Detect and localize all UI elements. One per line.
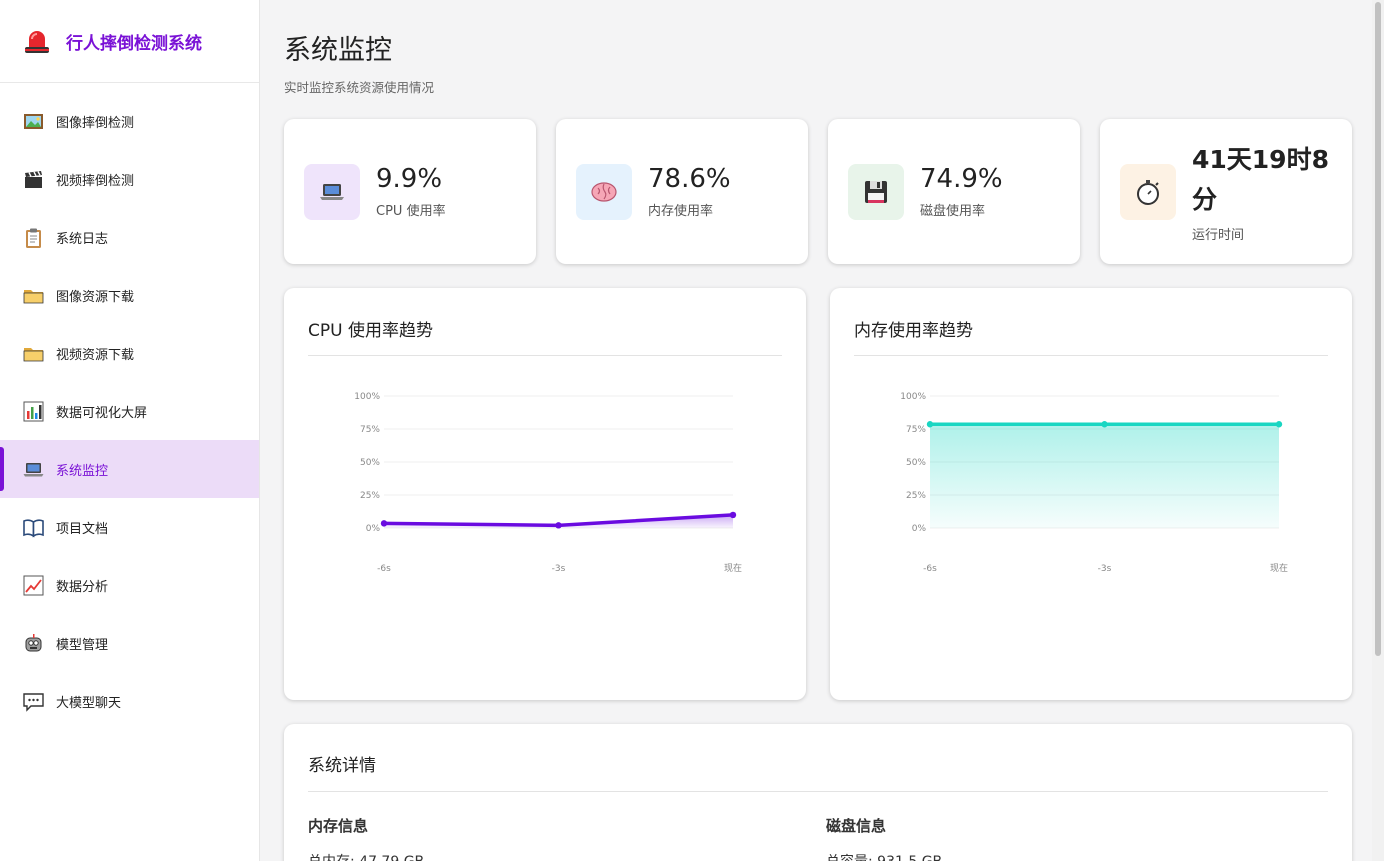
system-details-card: 系统详情 内存信息 总内存: 47.79 GB 磁盘信息 总容量: 931.5 …: [284, 724, 1352, 861]
sidebar-item-2[interactable]: 系统日志: [0, 208, 259, 266]
y-tick-label: 0%: [912, 524, 927, 534]
data-point: [729, 511, 737, 519]
sidebar-item-10[interactable]: 大模型聊天: [0, 672, 259, 730]
cpu-usage-label: CPU 使用率: [376, 203, 446, 219]
alarm-light-icon: [25, 31, 49, 53]
series-area: [930, 424, 1279, 528]
sidebar-item-3[interactable]: 图像资源下载: [0, 266, 259, 324]
speech-bubble-icon: [22, 690, 45, 713]
data-point: [380, 520, 388, 527]
bar-chart-icon: [22, 400, 45, 423]
disk-usage-label: 磁盘使用率: [920, 203, 986, 219]
folder-icon: [22, 284, 45, 307]
page-title: 系统监控: [284, 35, 392, 66]
memory-info-title: 内存信息: [308, 817, 369, 835]
uptime-stat-card: 41天19时8分 运行时间: [1100, 119, 1352, 264]
disk-stat-icon-box: [848, 163, 904, 220]
floppy-disk-icon: [865, 180, 887, 203]
x-tick-label: 现在: [1270, 562, 1288, 574]
y-tick-label: 50%: [906, 458, 926, 468]
memory-usage-value: 78.6%: [648, 164, 731, 195]
disk-info-title: 磁盘信息: [826, 817, 887, 835]
sidebar-nav: 图像摔倒检测 视频摔倒检测 系统日志图像资源下载 视频资源下载 数据可视化大屏 系统监控项…: [0, 83, 259, 730]
sidebar-item-7[interactable]: 项目文档: [0, 498, 259, 556]
x-tick-label: 现在: [724, 562, 742, 574]
details-title: 系统详情: [308, 756, 376, 776]
sidebar-item-label: 图像摔倒检测: [56, 115, 135, 131]
memory-stat-card: 78.6% 内存使用率: [556, 119, 808, 264]
sidebar-item-label: 图像资源下载: [56, 289, 135, 305]
disk-stat-card: 74.9% 磁盘使用率: [828, 119, 1080, 264]
laptop-icon: [320, 183, 344, 200]
robot-icon: [22, 632, 45, 655]
y-tick-label: 100%: [900, 392, 926, 402]
trend-chart-icon: [22, 574, 45, 597]
clipboard-icon: [22, 226, 45, 249]
sidebar-item-label: 模型管理: [56, 637, 109, 653]
uptime-value: 41天19时8分: [1192, 145, 1329, 214]
picture-icon: [22, 110, 45, 133]
sidebar-item-6[interactable]: 系统监控: [0, 440, 259, 498]
stopwatch-icon: [1137, 179, 1159, 205]
page-subtitle: 实时监控系统资源使用情况: [284, 80, 435, 95]
cpu-usage-value: 9.9%: [376, 164, 443, 195]
page-scrollbar[interactable]: [1372, 0, 1384, 861]
y-tick-label: 50%: [360, 458, 380, 468]
sidebar-item-8[interactable]: 数据分析: [0, 556, 259, 614]
x-tick-label: -3s: [1098, 564, 1112, 574]
brand[interactable]: 行人摔倒检测系统: [0, 0, 259, 83]
sidebar-item-label: 系统监控: [56, 463, 109, 479]
data-point: [555, 522, 562, 529]
data-point: [1101, 421, 1108, 428]
sidebar-item-label: 视频资源下载: [56, 347, 135, 363]
laptop-icon: [22, 458, 45, 481]
app-title: 行人摔倒检测系统: [66, 33, 202, 54]
sidebar-item-label: 数据可视化大屏: [56, 405, 148, 421]
sidebar-item-label: 大模型聊天: [56, 695, 122, 711]
memory-total: 总内存: 47.79 GB: [308, 851, 424, 861]
y-tick-label: 25%: [906, 491, 926, 501]
x-tick-label: -6s: [923, 564, 937, 574]
sidebar-item-label: 数据分析: [56, 579, 109, 595]
cpu-stat-card: 9.9% CPU 使用率: [284, 119, 536, 264]
data-point: [1275, 421, 1283, 428]
memory-trend-chart: 0% 25% 50% 75% 100% -6s -3s 现在: [900, 392, 1288, 574]
memory-usage-label: 内存使用率: [648, 203, 714, 219]
cpu-stat-icon-box: [304, 163, 360, 220]
sidebar-item-label: 系统日志: [56, 231, 109, 247]
sidebar-item-5[interactable]: 数据可视化大屏: [0, 382, 259, 440]
brain-icon: [591, 181, 617, 202]
y-tick-label: 75%: [360, 425, 380, 435]
y-tick-label: 0%: [366, 524, 381, 534]
sidebar-item-1[interactable]: 视频摔倒检测: [0, 150, 259, 208]
sidebar: 行人摔倒检测系统 图像摔倒检测 视频摔倒检测 系统日志图像资源下载 视频资源下载 数据可…: [0, 0, 260, 861]
folder-icon: [22, 342, 45, 365]
disk-usage-value: 74.9%: [920, 164, 1003, 195]
disk-total: 总容量: 931.5 GB: [826, 851, 942, 861]
sidebar-item-4[interactable]: 视频资源下载: [0, 324, 259, 382]
main-content: 系统监控 实时监控系统资源使用情况 9.9% CPU 使用率 78.6% 内存使…: [260, 0, 1372, 861]
memory-stat-icon-box: [576, 163, 632, 220]
divider: [308, 791, 1328, 792]
sidebar-item-9[interactable]: 模型管理: [0, 614, 259, 672]
sidebar-item-label: 视频摔倒检测: [56, 173, 135, 189]
y-tick-label: 100%: [354, 392, 380, 402]
y-tick-label: 75%: [906, 425, 926, 435]
x-tick-label: -6s: [377, 564, 391, 574]
y-tick-label: 25%: [360, 491, 380, 501]
clapperboard-icon: [22, 168, 45, 191]
memory-trend-card: 内存使用率趋势 0% 25% 50% 75% 100% -6s -3s 现在: [830, 288, 1352, 700]
sidebar-item-label: 项目文档: [56, 521, 109, 537]
cpu-trend-card: CPU 使用率趋势 0% 25% 50% 75% 100% -6s -3s 现在: [284, 288, 806, 700]
uptime-stat-icon-box: [1120, 163, 1176, 220]
book-icon: [22, 516, 45, 539]
data-point: [926, 421, 934, 428]
scrollbar-thumb[interactable]: [1375, 2, 1381, 656]
sidebar-item-0[interactable]: 图像摔倒检测: [0, 92, 259, 150]
cpu-trend-chart: 0% 25% 50% 75% 100% -6s -3s 现在: [354, 392, 742, 574]
x-tick-label: -3s: [552, 564, 566, 574]
uptime-label: 运行时间: [1192, 228, 1245, 243]
